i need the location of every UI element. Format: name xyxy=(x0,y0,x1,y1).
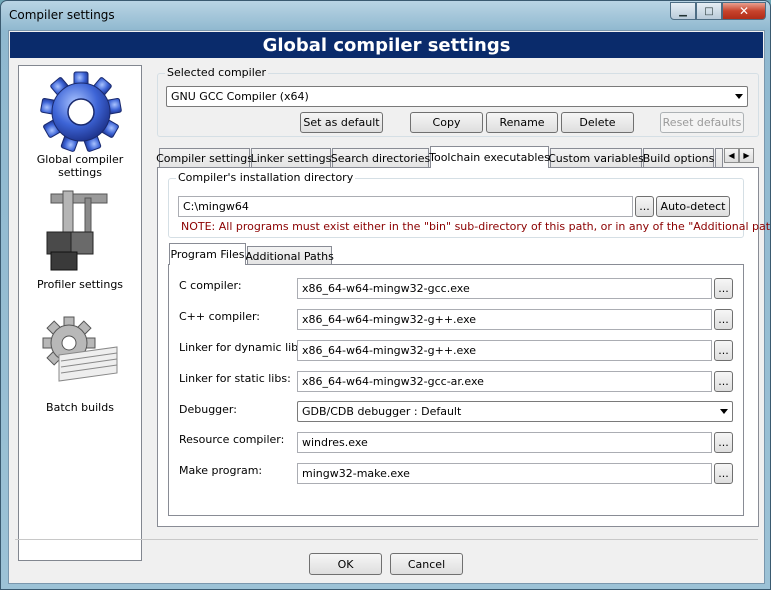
tab-program-files[interactable]: Program Files xyxy=(169,243,246,265)
batch-builds-icon xyxy=(42,316,118,382)
settings-sidebar: Global compiler settings Profiler settin… xyxy=(18,65,142,561)
chevron-down-icon xyxy=(735,94,743,99)
browse-directory-button[interactable]: ... xyxy=(635,196,654,217)
chevron-right-icon: ▶ xyxy=(743,151,750,160)
static-linker-browse-button[interactable]: ... xyxy=(714,371,733,392)
sidebar-item-batch-builds[interactable]: Batch builds xyxy=(19,311,141,429)
window-title: Compiler settings xyxy=(9,8,115,22)
static-linker-input[interactable]: x86_64-w64-mingw32-gcc-ar.exe xyxy=(297,371,712,392)
c-compiler-input[interactable]: x86_64-w64-mingw32-gcc.exe xyxy=(297,278,712,299)
resource-compiler-label: Resource compiler: xyxy=(179,433,285,446)
maximize-button[interactable]: □ xyxy=(696,2,722,20)
set-as-default-button[interactable]: Set as default xyxy=(300,112,383,133)
tab-build-options[interactable]: Build options xyxy=(643,148,714,168)
selected-compiler-label: Selected compiler xyxy=(165,66,269,79)
cpp-compiler-browse-button[interactable]: ... xyxy=(714,309,733,330)
c-compiler-browse-button[interactable]: ... xyxy=(714,278,733,299)
resource-compiler-input[interactable]: windres.exe xyxy=(297,432,712,453)
dynamic-linker-browse-button[interactable]: ... xyxy=(714,340,733,361)
tab-search-directories[interactable]: Search directories xyxy=(331,148,430,168)
cancel-button[interactable]: Cancel xyxy=(390,553,463,575)
tab-linker-settings[interactable]: Linker settings xyxy=(251,148,331,168)
cpp-compiler-label: C++ compiler: xyxy=(179,310,261,323)
installation-note: NOTE: All programs must exist either in … xyxy=(181,220,771,233)
tab-overflow[interactable] xyxy=(715,148,723,168)
make-program-label: Make program: xyxy=(179,464,263,477)
sidebar-item-label: Batch builds xyxy=(46,401,114,414)
tab-scroll-left-button[interactable]: ◀ xyxy=(724,148,739,163)
make-program-input[interactable]: mingw32-make.exe xyxy=(297,463,712,484)
debugger-label: Debugger: xyxy=(179,403,237,416)
installation-directory-input[interactable]: C:\mingw64 xyxy=(178,196,633,217)
cpp-compiler-input[interactable]: x86_64-w64-mingw32-g++.exe xyxy=(297,309,712,330)
compiler-settings-window: Compiler settings ▁ □ ✕ Global compiler … xyxy=(0,0,771,590)
rename-button[interactable]: Rename xyxy=(486,112,558,133)
reset-defaults-button[interactable]: Reset defaults xyxy=(660,112,744,133)
toolchain-executables-panel: Compiler's installation directory C:\min… xyxy=(157,167,771,527)
sidebar-item-profiler-settings[interactable]: Profiler settings xyxy=(19,188,141,306)
resource-compiler-browse-button[interactable]: ... xyxy=(714,432,733,453)
installation-directory-label: Compiler's installation directory xyxy=(176,171,356,184)
chevron-down-icon xyxy=(720,409,728,414)
make-program-browse-button[interactable]: ... xyxy=(714,463,733,484)
tab-toolchain-executables[interactable]: Toolchain executables xyxy=(429,146,550,168)
title-bar[interactable]: Compiler settings ▁ □ ✕ xyxy=(1,1,770,31)
program-files-panel: C compiler: x86_64-w64-mingw32-gcc.exe .… xyxy=(168,264,744,516)
gear-icon xyxy=(40,71,122,152)
caption-buttons: ▁ □ ✕ xyxy=(670,2,766,20)
static-linker-label: Linker for static libs: xyxy=(179,372,291,385)
auto-detect-button[interactable]: Auto-detect xyxy=(656,196,730,217)
sidebar-item-label: Profiler settings xyxy=(36,278,124,291)
page-title: Global compiler settings xyxy=(10,32,763,58)
tab-custom-variables[interactable]: Custom variables xyxy=(548,148,644,168)
tab-additional-paths[interactable]: Additional Paths xyxy=(245,246,334,265)
tab-compiler-settings[interactable]: Compiler settings xyxy=(156,148,253,168)
c-compiler-label: C compiler: xyxy=(179,279,242,292)
close-button[interactable]: ✕ xyxy=(722,2,766,20)
sidebar-item-global-compiler-settings[interactable]: Global compiler settings xyxy=(19,66,141,184)
debugger-value: GDB/CDB debugger : Default xyxy=(302,405,462,418)
profiler-icon xyxy=(46,190,108,271)
dialog-client-area: Global compiler settings Global compiler… xyxy=(8,30,771,584)
selected-compiler-dropdown[interactable]: GNU GCC Compiler (x64) xyxy=(166,86,748,107)
delete-button[interactable]: Delete xyxy=(561,112,634,133)
dynamic-linker-label: Linker for dynamic libs: xyxy=(179,341,308,354)
copy-button[interactable]: Copy xyxy=(410,112,483,133)
debugger-dropdown[interactable]: GDB/CDB debugger : Default xyxy=(297,401,733,422)
tab-scroll-right-button[interactable]: ▶ xyxy=(739,148,754,163)
selected-compiler-value: GNU GCC Compiler (x64) xyxy=(171,90,309,103)
footer-separator xyxy=(15,539,758,540)
dynamic-linker-input[interactable]: x86_64-w64-mingw32-g++.exe xyxy=(297,340,712,361)
sidebar-item-label: Global compiler settings xyxy=(36,153,124,179)
minimize-button[interactable]: ▁ xyxy=(670,2,696,20)
ok-button[interactable]: OK xyxy=(309,553,382,575)
chevron-left-icon: ◀ xyxy=(728,151,735,160)
